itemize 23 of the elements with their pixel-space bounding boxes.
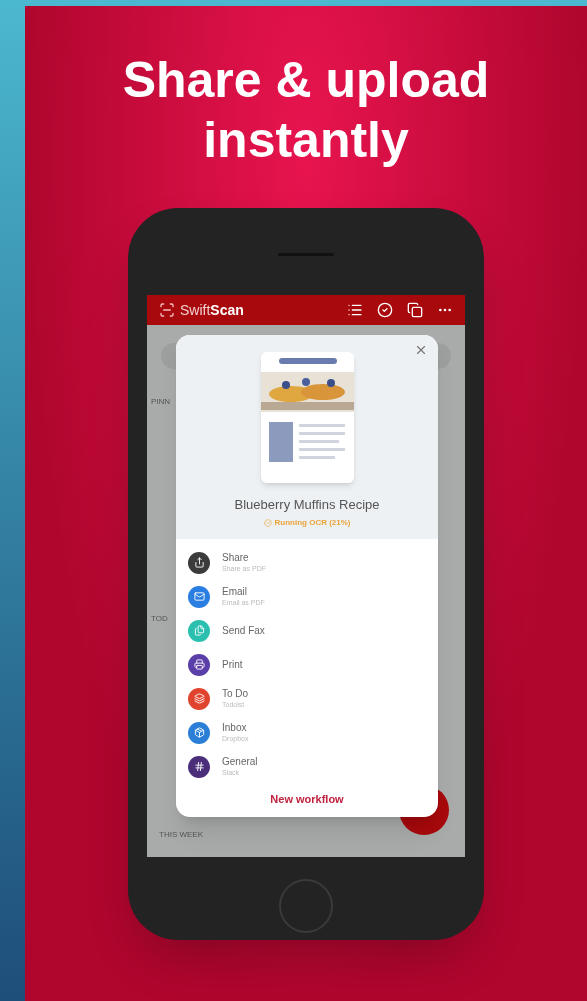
action-label: Print xyxy=(222,659,243,670)
section-label: TOD xyxy=(151,613,168,625)
headline: Share & upload instantly xyxy=(121,51,491,170)
app-title: SwiftScan xyxy=(180,300,244,320)
section-label: THIS WEEK xyxy=(159,829,203,841)
list-icon[interactable] xyxy=(347,302,363,318)
action-label: Email xyxy=(222,585,248,597)
share-action[interactable]: Send Fax xyxy=(188,616,426,645)
scan-icon xyxy=(159,302,175,318)
document-title: Blueberry Muffins Recipe xyxy=(234,496,380,514)
ocr-status: Running OCR (21%) xyxy=(263,516,351,529)
action-label: To Do xyxy=(222,687,249,699)
action-label: General xyxy=(222,755,258,767)
share-action[interactable]: Print xyxy=(188,650,426,679)
copy-icon[interactable] xyxy=(407,302,423,318)
section-label: PINN xyxy=(151,396,171,408)
action-label: Inbox xyxy=(222,721,248,733)
check-icon xyxy=(263,518,272,527)
check-circle-icon[interactable] xyxy=(377,302,393,318)
close-button[interactable] xyxy=(414,343,428,357)
action-label: Share xyxy=(222,551,250,563)
action-label: Send Fax xyxy=(222,625,265,636)
new-workflow-button[interactable]: New workflow xyxy=(270,790,344,807)
